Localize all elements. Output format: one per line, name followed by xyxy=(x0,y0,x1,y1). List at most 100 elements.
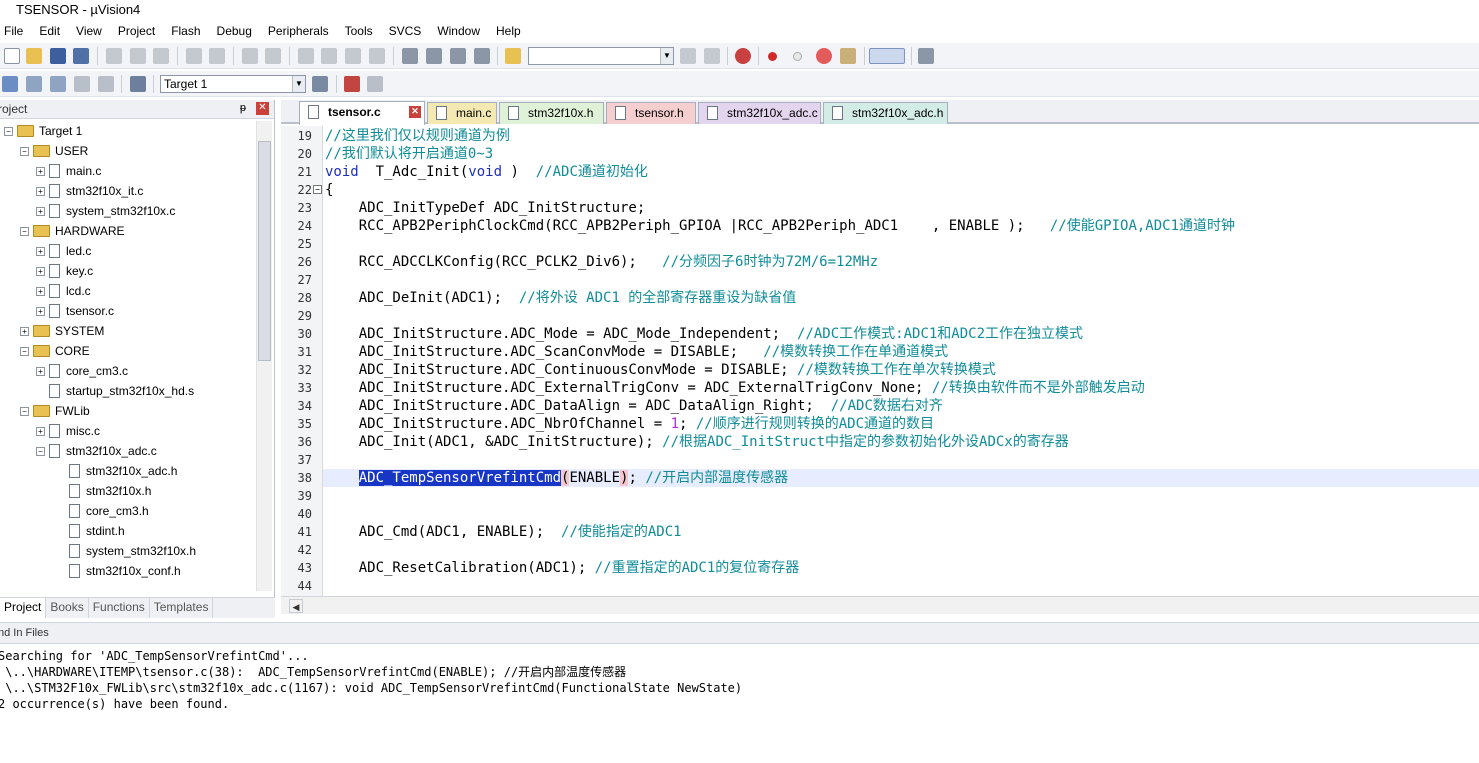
tab-functions[interactable]: Functions xyxy=(89,598,150,618)
collapse-icon[interactable]: − xyxy=(20,226,29,236)
tree-item[interactable]: + lcd.c xyxy=(36,281,91,301)
tree-item[interactable]: stm32f10x_adc.h xyxy=(56,461,177,481)
expand-icon[interactable]: + xyxy=(36,426,45,436)
manage-components-icon[interactable] xyxy=(344,76,360,92)
collapse-icon[interactable]: − xyxy=(36,446,45,456)
tab-templates[interactable]: Templates xyxy=(150,598,214,618)
code-line[interactable]: ADC_DeInit(ADC1); //将外设 ADC1 的全部寄存器重设为缺省… xyxy=(325,289,797,307)
code-area[interactable]: 19 20 21 22−23 24 25 26 27 28 29 30 31 32 33 34 35 36 37 3… xyxy=(281,126,1479,596)
code-line[interactable]: ADC_InitStructure.ADC_ExternalTrigConv =… xyxy=(325,379,1145,397)
new-file-icon[interactable] xyxy=(4,48,20,64)
save-icon[interactable] xyxy=(50,48,66,64)
find-icon[interactable] xyxy=(680,48,696,64)
expand-icon[interactable]: + xyxy=(36,286,45,296)
expand-icon[interactable]: + xyxy=(36,206,45,216)
tree-item[interactable]: − HARDWARE xyxy=(20,221,125,241)
debug-icon[interactable] xyxy=(735,48,751,64)
open-folder-icon[interactable] xyxy=(26,48,42,64)
tree-item[interactable]: + misc.c xyxy=(36,421,100,441)
breakpoint-disable-all-icon[interactable] xyxy=(816,48,832,64)
code-line[interactable]: { xyxy=(325,181,333,199)
expand-icon[interactable]: + xyxy=(36,266,45,276)
target-options-icon[interactable] xyxy=(312,76,328,92)
collapse-icon[interactable]: − xyxy=(20,346,29,356)
code-line[interactable]: RCC_APB2PeriphClockCmd(RCC_APB2Periph_GP… xyxy=(325,217,1235,235)
tree-item[interactable]: startup_stm32f10x_hd.s xyxy=(36,381,194,401)
tab-books[interactable]: Books xyxy=(46,598,89,618)
tree-item[interactable]: stdint.h xyxy=(56,521,125,541)
collapse-icon[interactable]: − xyxy=(20,406,29,416)
breakpoint-kill-all-icon[interactable] xyxy=(840,48,856,64)
code-line[interactable]: ADC_InitStructure.ADC_ContinuousConvMode… xyxy=(325,361,996,379)
code-line[interactable]: ADC_InitStructure.ADC_ScanConvMode = DIS… xyxy=(325,343,948,361)
window-layout-icon[interactable] xyxy=(869,48,905,64)
expand-icon[interactable]: + xyxy=(36,166,45,176)
tab-stm32f10x-adc-h[interactable]: stm32f10x_adc.h xyxy=(823,102,948,124)
tree-item[interactable]: stm32f10x_conf.h xyxy=(56,561,181,581)
code-line[interactable]: ADC_InitStructure.ADC_DataAlign = ADC_Da… xyxy=(325,397,943,415)
incremental-find-icon[interactable] xyxy=(704,48,720,64)
chevron-down-icon[interactable]: ▼ xyxy=(660,48,673,64)
code-line[interactable]: ADC_InitTypeDef ADC_InitStructure; xyxy=(325,199,646,217)
redo-icon[interactable] xyxy=(209,48,225,64)
tree-scrollbar[interactable] xyxy=(256,121,272,591)
expand-icon[interactable]: + xyxy=(36,186,45,196)
copy-icon[interactable] xyxy=(130,48,146,64)
tree-item[interactable]: + core_cm3.c xyxy=(36,361,128,381)
tree-item[interactable]: + led.c xyxy=(36,241,91,261)
undo-icon[interactable] xyxy=(186,48,202,64)
rebuild-icon[interactable] xyxy=(50,76,66,92)
download-icon[interactable] xyxy=(130,76,146,92)
expand-icon[interactable]: + xyxy=(20,326,29,336)
cut-icon[interactable] xyxy=(106,48,122,64)
close-icon[interactable]: ✕ xyxy=(409,106,421,118)
menu-item-flash[interactable]: Flash xyxy=(163,24,208,38)
find-combo[interactable]: ▼ xyxy=(528,47,674,65)
collapse-icon[interactable]: − xyxy=(20,146,29,156)
bookmark-icon[interactable] xyxy=(298,48,314,64)
find-in-files-icon[interactable] xyxy=(505,48,521,64)
uncomment-icon[interactable] xyxy=(474,48,490,64)
close-icon[interactable]: ✕ xyxy=(256,102,269,115)
code-line[interactable]: RCC_ADCCLKConfig(RCC_PCLK2_Div6); //分频因子… xyxy=(325,253,878,271)
menu-item-tools[interactable]: Tools xyxy=(337,24,381,38)
tree-item[interactable]: − Target 1 xyxy=(4,121,82,141)
menu-item-debug[interactable]: Debug xyxy=(209,24,260,38)
expand-icon[interactable]: + xyxy=(36,306,45,316)
find-result-line[interactable]: 2 occurrence(s) have been found. xyxy=(0,696,742,712)
tab-main-c[interactable]: main.c xyxy=(427,102,497,124)
next-bookmark-icon[interactable] xyxy=(345,48,361,64)
batch-build-icon[interactable] xyxy=(74,76,90,92)
breakpoint-disable-icon[interactable] xyxy=(793,52,802,61)
code-line[interactable]: //这里我们仅以规则通道为例 xyxy=(325,127,510,145)
select-packet-icon[interactable] xyxy=(367,76,383,92)
menu-item-file[interactable]: File xyxy=(0,24,31,38)
tree-item[interactable]: + key.c xyxy=(36,261,93,281)
tree-item[interactable]: − FWLib xyxy=(20,401,90,421)
find-result-line[interactable]: \..\STM32F10x_FWLib\src\stm32f10x_adc.c(… xyxy=(0,680,742,696)
clear-bookmarks-icon[interactable] xyxy=(369,48,385,64)
menu-item-project[interactable]: Project xyxy=(110,24,163,38)
pin-icon[interactable]: ᵽ xyxy=(240,102,246,114)
tree-item[interactable]: + SYSTEM xyxy=(20,321,104,341)
nav-back-icon[interactable] xyxy=(242,48,258,64)
code-line[interactable]: ADC_InitStructure.ADC_NbrOfChannel = 1; … xyxy=(325,415,934,433)
tree-item[interactable]: + system_stm32f10x.c xyxy=(36,201,175,221)
build-icon[interactable] xyxy=(26,76,42,92)
menu-item-view[interactable]: View xyxy=(68,24,110,38)
comment-icon[interactable] xyxy=(450,48,466,64)
menu-item-edit[interactable]: Edit xyxy=(31,24,68,38)
horizontal-scrollbar[interactable]: ◀ xyxy=(281,596,1479,614)
save-all-icon[interactable] xyxy=(73,48,89,64)
menu-item-svcs[interactable]: SVCS xyxy=(381,24,430,38)
menu-item-peripherals[interactable]: Peripherals xyxy=(260,24,337,38)
indent-icon[interactable] xyxy=(402,48,418,64)
translate-icon[interactable] xyxy=(2,76,18,92)
menu-item-window[interactable]: Window xyxy=(429,24,488,38)
scroll-left-icon[interactable]: ◀ xyxy=(289,599,303,613)
expand-icon[interactable]: + xyxy=(36,246,45,256)
nav-forward-icon[interactable] xyxy=(265,48,281,64)
tree-item[interactable]: − CORE xyxy=(20,341,90,361)
menu-item-help[interactable]: Help xyxy=(488,24,529,38)
tab-project[interactable]: Project xyxy=(0,598,47,618)
